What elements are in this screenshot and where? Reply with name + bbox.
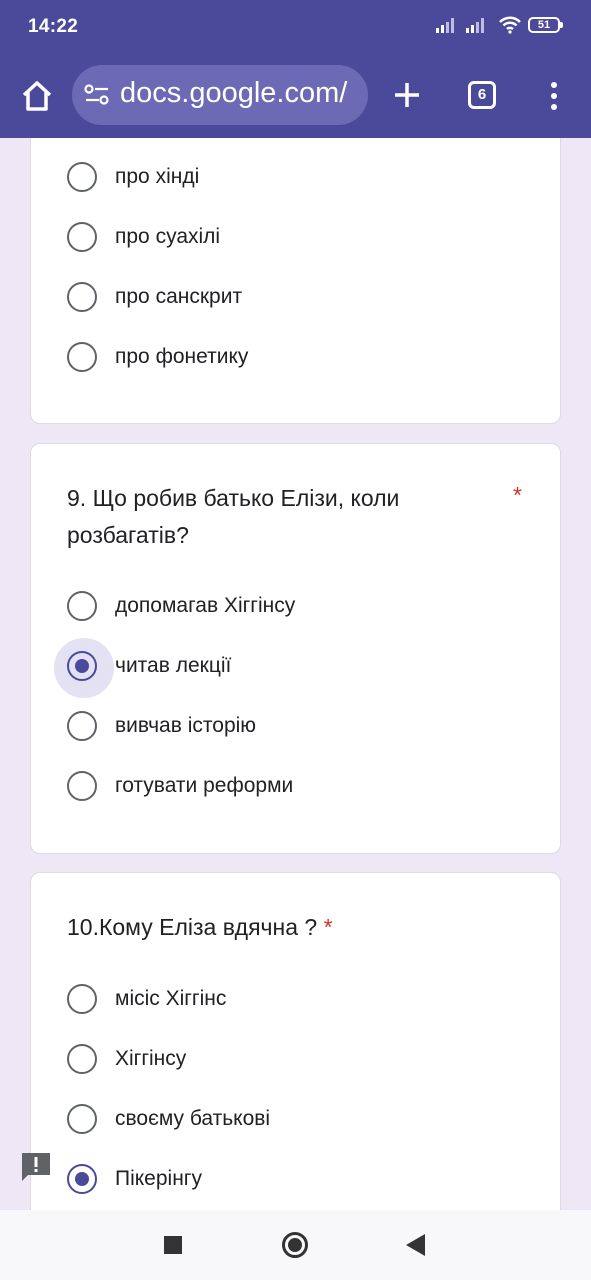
- question-title: 10.Кому Еліза вдячна ?: [67, 914, 318, 940]
- radio-button[interactable]: [67, 162, 97, 192]
- option-label: своєму батькові: [115, 1107, 271, 1130]
- option-radio[interactable]: про фонетику: [67, 337, 248, 377]
- option-radio[interactable]: читав лекції: [54, 638, 232, 698]
- option-radio[interactable]: про суахілі: [67, 217, 220, 257]
- required-asterisk: *: [513, 482, 522, 508]
- radio-button[interactable]: [67, 222, 97, 252]
- radio-button[interactable]: [67, 342, 97, 372]
- option-radio[interactable]: готувати реформи: [67, 766, 293, 806]
- option-label: допомагав Хіггінсу: [115, 594, 296, 617]
- battery-icon: 51: [528, 17, 563, 33]
- question-title-row: 10.Кому Еліза вдячна ? *: [67, 909, 477, 946]
- signal-icon: [466, 18, 484, 33]
- browser-toolbar: docs.google.com/ 6: [0, 56, 591, 138]
- question-card: 10.Кому Еліза вдячна ? * місіс Хіггінс Х…: [30, 872, 561, 1210]
- option-radio[interactable]: місіс Хіггінс: [67, 979, 226, 1019]
- status-time: 14:22: [28, 16, 79, 37]
- tab-switcher-button[interactable]: 6: [468, 81, 496, 109]
- radio-button[interactable]: [67, 771, 97, 801]
- wifi-icon: [499, 16, 521, 34]
- option-label: про фонетику: [115, 345, 249, 368]
- system-nav-bar: [0, 1210, 591, 1280]
- home-icon[interactable]: [20, 78, 54, 114]
- radio-button[interactable]: [67, 282, 97, 312]
- question-card: про хінді про суахілі про санскрит про ф…: [30, 138, 561, 424]
- radio-button-checked[interactable]: [67, 1164, 97, 1194]
- option-radio[interactable]: про хінді: [67, 157, 199, 197]
- more-menu-icon[interactable]: [545, 80, 563, 112]
- option-radio[interactable]: допомагав Хіггінсу: [67, 586, 295, 626]
- status-bar: 14:22 51: [0, 0, 591, 56]
- option-label: Пікерінгу: [115, 1167, 202, 1190]
- question-card: 9. Що робив батько Елізи, коли розбагаті…: [30, 443, 561, 854]
- radio-button[interactable]: [67, 591, 97, 621]
- site-settings-icon[interactable]: [84, 83, 110, 107]
- focus-halo: [54, 638, 114, 698]
- recents-icon[interactable]: [164, 1236, 182, 1254]
- url-text: docs.google.com/: [120, 77, 348, 109]
- form-content: про хінді про суахілі про санскрит про ф…: [0, 138, 591, 1210]
- option-radio[interactable]: своєму батькові: [67, 1099, 270, 1139]
- option-radio[interactable]: вивчав історію: [67, 706, 256, 746]
- address-bar[interactable]: docs.google.com/: [72, 65, 368, 125]
- radio-button[interactable]: [67, 984, 97, 1014]
- option-radio[interactable]: Хіггінсу: [67, 1039, 186, 1079]
- option-label: Хіггінсу: [115, 1047, 187, 1070]
- option-label: про санскрит: [115, 285, 243, 308]
- signal-icon: [436, 18, 454, 33]
- radio-button[interactable]: [67, 711, 97, 741]
- question-title: 9. Що робив батько Елізи, коли розбагаті…: [67, 485, 400, 548]
- option-radio[interactable]: про санскрит: [67, 277, 242, 317]
- option-label: місіс Хіггінс: [115, 987, 227, 1010]
- new-tab-icon[interactable]: [390, 78, 424, 112]
- radio-button[interactable]: [67, 1104, 97, 1134]
- home-nav-icon[interactable]: [282, 1232, 308, 1258]
- required-asterisk: *: [323, 914, 333, 940]
- option-radio[interactable]: Пікерінгу: [67, 1159, 202, 1199]
- radio-button[interactable]: [67, 1044, 97, 1074]
- option-label: вивчав історію: [115, 714, 257, 737]
- feedback-icon[interactable]: [20, 1151, 52, 1183]
- back-icon[interactable]: [406, 1234, 425, 1256]
- radio-button-checked[interactable]: [54, 638, 114, 698]
- option-label: читав лекції: [115, 654, 232, 677]
- option-label: готувати реформи: [115, 774, 294, 797]
- option-label: про суахілі: [115, 225, 221, 248]
- option-label: про хінді: [115, 165, 200, 188]
